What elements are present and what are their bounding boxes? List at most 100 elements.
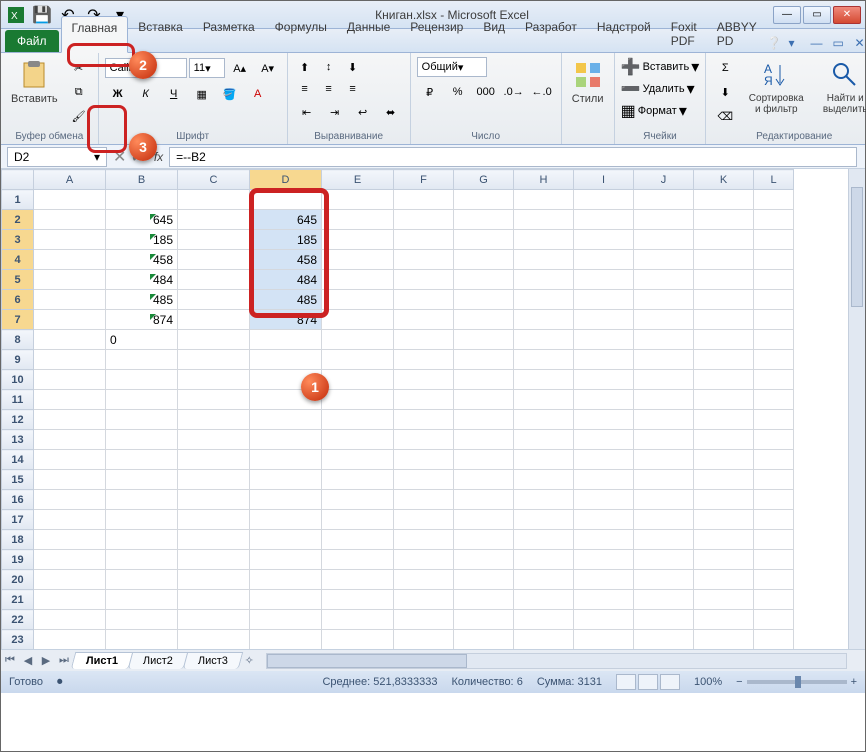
cell-F8[interactable] <box>394 330 454 350</box>
cell-I5[interactable] <box>574 270 634 290</box>
cell-B3[interactable]: 185 <box>106 230 178 250</box>
cell-D16[interactable] <box>250 490 322 510</box>
inc-decimal-icon[interactable]: .0→ <box>501 81 527 103</box>
cell-B1[interactable] <box>106 190 178 210</box>
sheet-tab-Лист2[interactable]: Лист2 <box>128 652 189 669</box>
cell-C8[interactable] <box>178 330 250 350</box>
cell-E6[interactable] <box>322 290 394 310</box>
cell-I16[interactable] <box>574 490 634 510</box>
row-header-4[interactable]: 4 <box>2 250 34 270</box>
indent-dec-icon[interactable]: ⇤ <box>294 101 320 123</box>
cell-F19[interactable] <box>394 550 454 570</box>
cell-I4[interactable] <box>574 250 634 270</box>
cell-H12[interactable] <box>514 410 574 430</box>
doc-min-icon[interactable]: — <box>811 36 827 52</box>
cell-G13[interactable] <box>454 430 514 450</box>
cell-E8[interactable] <box>322 330 394 350</box>
row-header-6[interactable]: 6 <box>2 290 34 310</box>
row-header-2[interactable]: 2 <box>2 210 34 230</box>
cell-D7[interactable]: 874 <box>250 310 322 330</box>
macro-record-icon[interactable]: ⏺ <box>57 676 63 689</box>
col-header-E[interactable]: E <box>322 170 394 190</box>
cell-E9[interactable] <box>322 350 394 370</box>
cell-E3[interactable] <box>322 230 394 250</box>
cell-E12[interactable] <box>322 410 394 430</box>
formula-input[interactable]: =--B2 <box>169 147 857 167</box>
cell-D19[interactable] <box>250 550 322 570</box>
align-center-icon[interactable]: ≡ <box>318 79 340 99</box>
cell-L20[interactable] <box>754 570 794 590</box>
cell-C12[interactable] <box>178 410 250 430</box>
view-normal-icon[interactable] <box>616 674 636 690</box>
cell-G3[interactable] <box>454 230 514 250</box>
cell-E23[interactable] <box>322 630 394 650</box>
cell-G23[interactable] <box>454 630 514 650</box>
cell-H19[interactable] <box>514 550 574 570</box>
row-header-13[interactable]: 13 <box>2 430 34 450</box>
cell-L4[interactable] <box>754 250 794 270</box>
cell-J6[interactable] <box>634 290 694 310</box>
cell-C17[interactable] <box>178 510 250 530</box>
tab-Разметка[interactable]: Разметка <box>193 16 265 52</box>
cell-F6[interactable] <box>394 290 454 310</box>
cell-I2[interactable] <box>574 210 634 230</box>
vertical-scrollbar[interactable] <box>848 169 865 649</box>
cell-A20[interactable] <box>34 570 106 590</box>
cell-A7[interactable] <box>34 310 106 330</box>
cell-I6[interactable] <box>574 290 634 310</box>
cell-H21[interactable] <box>514 590 574 610</box>
col-header-B[interactable]: B <box>106 170 178 190</box>
col-header-K[interactable]: K <box>694 170 754 190</box>
fill-color-icon[interactable]: 🪣 <box>217 83 243 105</box>
bold-icon[interactable]: Ж <box>105 83 131 105</box>
cell-F15[interactable] <box>394 470 454 490</box>
cell-A19[interactable] <box>34 550 106 570</box>
cell-J11[interactable] <box>634 390 694 410</box>
cell-D3[interactable]: 185 <box>250 230 322 250</box>
cell-E4[interactable] <box>322 250 394 270</box>
tab-Вид[interactable]: Вид <box>473 16 515 52</box>
row-header-8[interactable]: 8 <box>2 330 34 350</box>
cell-D4[interactable]: 458 <box>250 250 322 270</box>
cell-D1[interactable] <box>250 190 322 210</box>
cell-G17[interactable] <box>454 510 514 530</box>
underline-icon[interactable]: Ч <box>161 83 187 105</box>
cell-E21[interactable] <box>322 590 394 610</box>
zoom-slider[interactable] <box>747 680 847 684</box>
cell-B9[interactable] <box>106 350 178 370</box>
sheet-nav-prev[interactable]: ◀ <box>19 654 37 667</box>
minimize-button[interactable]: — <box>773 6 801 24</box>
cell-E1[interactable] <box>322 190 394 210</box>
cell-I20[interactable] <box>574 570 634 590</box>
doc-restore-icon[interactable]: ▭ <box>833 36 849 52</box>
view-layout-icon[interactable] <box>638 674 658 690</box>
cell-H17[interactable] <box>514 510 574 530</box>
cell-I3[interactable] <box>574 230 634 250</box>
cell-H1[interactable] <box>514 190 574 210</box>
cell-G7[interactable] <box>454 310 514 330</box>
cell-A9[interactable] <box>34 350 106 370</box>
cell-A11[interactable] <box>34 390 106 410</box>
sheet-nav-next[interactable]: ▶ <box>37 654 55 667</box>
cell-L18[interactable] <box>754 530 794 550</box>
cell-L22[interactable] <box>754 610 794 630</box>
format-label[interactable]: Формат <box>638 105 677 117</box>
cell-J18[interactable] <box>634 530 694 550</box>
cell-C22[interactable] <box>178 610 250 630</box>
cell-J13[interactable] <box>634 430 694 450</box>
copy-icon[interactable]: ⧉ <box>66 81 92 103</box>
ribbon-min-icon[interactable]: ▾ <box>789 36 805 52</box>
row-header-14[interactable]: 14 <box>2 450 34 470</box>
cell-C2[interactable] <box>178 210 250 230</box>
cell-J5[interactable] <box>634 270 694 290</box>
cell-J10[interactable] <box>634 370 694 390</box>
cell-B6[interactable]: 485 <box>106 290 178 310</box>
col-header-L[interactable]: L <box>754 170 794 190</box>
delete-label[interactable]: Удалить <box>643 83 685 95</box>
cell-A18[interactable] <box>34 530 106 550</box>
cell-L12[interactable] <box>754 410 794 430</box>
cell-G2[interactable] <box>454 210 514 230</box>
maximize-button[interactable]: ▭ <box>803 6 831 24</box>
cell-K13[interactable] <box>694 430 754 450</box>
cell-K8[interactable] <box>694 330 754 350</box>
